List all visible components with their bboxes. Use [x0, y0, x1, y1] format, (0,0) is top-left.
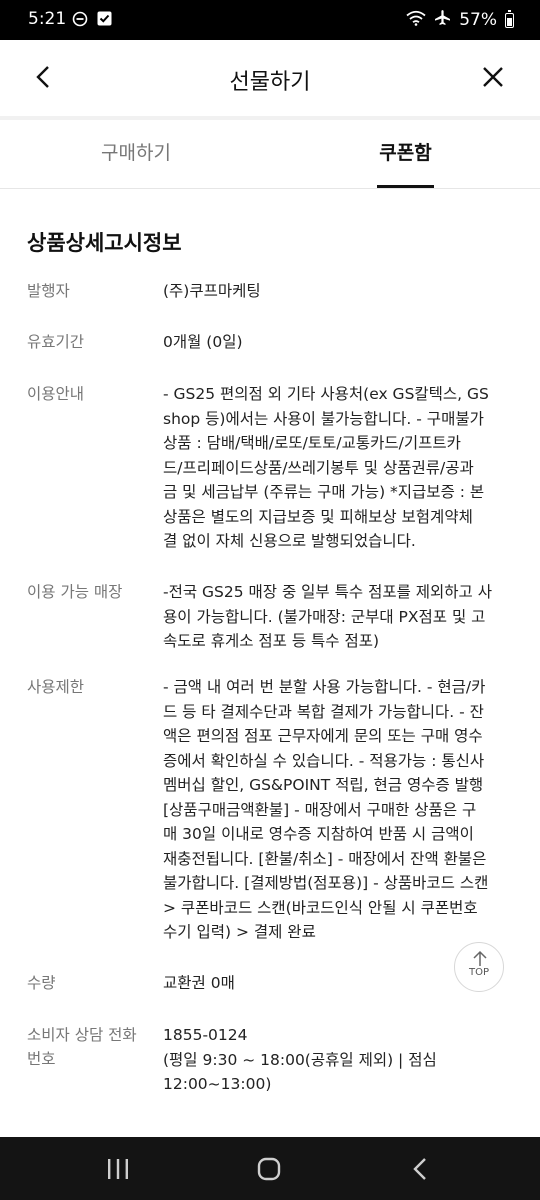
info-label: 사용제한: [27, 678, 85, 696]
arrow-up-icon: [472, 950, 488, 968]
info-label: 소비자 상담 전화 번호: [27, 1026, 137, 1068]
home-icon[interactable]: [257, 1157, 281, 1181]
wifi-icon: [406, 10, 426, 31]
info-value: 0개월 (0일): [163, 333, 243, 351]
battery-icon: [505, 9, 514, 28]
tab-bar: 구매하기 쿠폰함: [0, 120, 540, 189]
info-label: 유효기간: [27, 333, 85, 351]
info-value: (주)쿠프마케팅: [163, 282, 261, 300]
info-label: 수량: [27, 974, 56, 992]
info-label: 발행자: [27, 282, 70, 300]
status-bar: 5:21 57%: [0, 0, 540, 40]
recent-apps-icon[interactable]: [105, 1157, 131, 1181]
status-time: 5:21: [28, 9, 67, 29]
system-nav-bar: [0, 1137, 540, 1200]
info-value: - GS25 편의점 외 기타 사용처(ex GS칼텍스, GS shop 등)…: [163, 385, 489, 550]
airplane-icon: [434, 9, 451, 31]
info-value: 1855-0124 (평일 9:30 ~ 18:00(공휴일 제외) | 점심 …: [163, 1026, 437, 1093]
checkbox-notification-icon: [97, 11, 112, 30]
close-icon[interactable]: [480, 64, 506, 90]
app-header: 선물하기: [0, 40, 540, 116]
do-not-disturb-icon: [72, 11, 88, 31]
scroll-top-label: TOP: [468, 967, 489, 978]
info-label: 이용 가능 매장: [27, 583, 123, 601]
info-value: -전국 GS25 매장 중 일부 특수 점포를 제외하고 사 용이 가능합니다.…: [163, 583, 493, 650]
info-value: - 금액 내 여러 번 분할 사용 가능합니다. - 현금/카 드 등 타 결제…: [163, 678, 489, 941]
tab-coupon-box[interactable]: 쿠폰함: [377, 120, 434, 188]
page-title: 선물하기: [229, 70, 311, 95]
product-info-section: 상품상세고시정보 발행자 (주)쿠프마케팅 유효기간 0개월 (0일) 이용안내…: [0, 189, 540, 1137]
back-icon[interactable]: [410, 1157, 430, 1181]
section-title: 상품상세고시정보: [27, 231, 182, 255]
scroll-top-button[interactable]: TOP: [454, 942, 504, 992]
info-label: 이용안내: [27, 385, 85, 403]
battery-percent: 57%: [459, 10, 497, 30]
tab-buy[interactable]: 구매하기: [96, 120, 176, 188]
